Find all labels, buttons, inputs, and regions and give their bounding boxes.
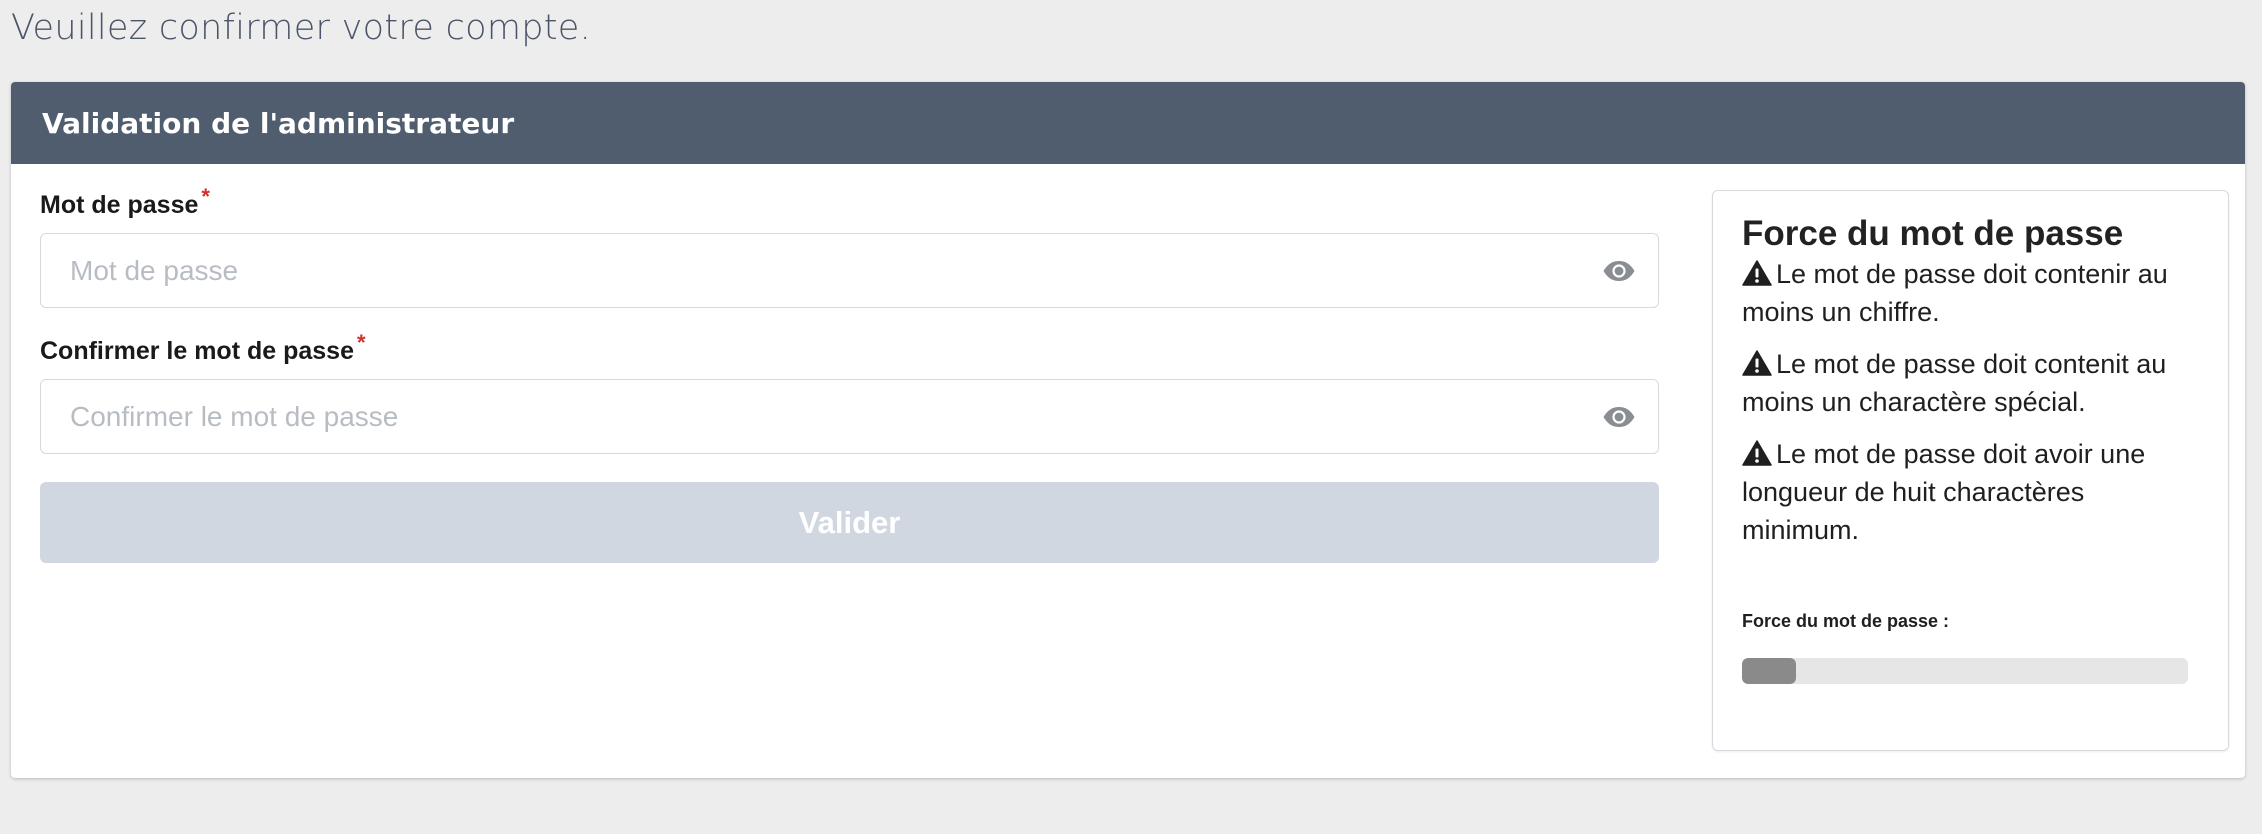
confirm-password-input[interactable] [41,380,1658,453]
submit-button[interactable]: Valider [40,482,1659,563]
confirm-password-input-wrapper [40,379,1659,454]
rule-text: Le mot de passe doit contenit au moins u… [1742,349,2167,417]
rule-text: Le mot de passe doit contenir au moins u… [1742,259,2168,327]
eye-icon[interactable] [1602,258,1636,284]
password-field-group: Mot de passe * [40,185,1659,308]
password-input-wrapper [40,233,1659,308]
validation-card: Validation de l'administrateur Mot de pa… [11,82,2245,778]
rule-item: Le mot de passe doit contenit au moins u… [1742,345,2200,421]
strength-meter-fill [1742,658,1796,684]
required-marker: * [201,183,210,209]
confirm-password-label: Confirmer le mot de passe * [40,331,1659,366]
strength-title: Force du mot de passe [1742,214,2124,253]
page-heading: Veuillez confirmer votre compte. [11,8,592,48]
rule-item: Le mot de passe doit avoir une longueur … [1742,435,2200,549]
strength-meter-label: Force du mot de passe : [1742,611,1950,631]
rule-text: Le mot de passe doit avoir une longueur … [1742,439,2146,545]
warning-icon [1742,350,1772,376]
password-strength-panel: Force du mot de passe Le mot de passe do… [1712,190,2229,751]
password-input[interactable] [41,234,1658,307]
validation-form: Mot de passe * Confirmer le mot de passe * [40,185,1659,563]
eye-icon[interactable] [1602,404,1636,430]
strength-meter [1742,658,2188,684]
card-title: Validation de l'administrateur [42,106,515,140]
confirm-password-label-text: Confirmer le mot de passe [40,337,354,365]
password-label: Mot de passe * [40,185,1659,220]
card-header: Validation de l'administrateur [11,82,2245,164]
warning-icon [1742,260,1772,286]
rule-item: Le mot de passe doit contenir au moins u… [1742,255,2200,331]
confirm-password-field-group: Confirmer le mot de passe * [40,331,1659,454]
warning-icon [1742,440,1772,466]
password-label-text: Mot de passe [40,191,199,219]
required-marker: * [356,329,366,355]
